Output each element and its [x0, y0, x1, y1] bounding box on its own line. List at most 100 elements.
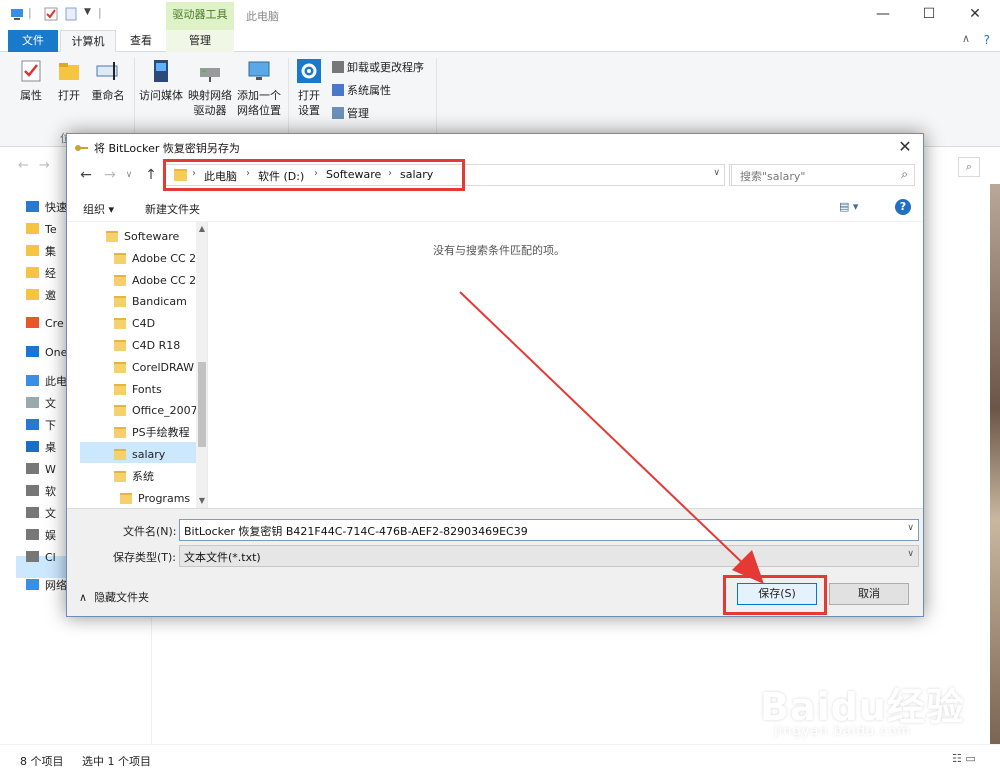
new-page-icon[interactable]: [64, 7, 78, 21]
folder-icon: [114, 340, 126, 351]
filetype-label: 保存类型(T):: [113, 551, 177, 564]
nav-item[interactable]: 软: [26, 482, 56, 502]
nav-item[interactable]: Cre: [26, 314, 64, 334]
filetype-select[interactable]: 文本文件(*.txt) ∨: [179, 545, 919, 567]
nav-item[interactable]: 文: [26, 504, 56, 524]
scroll-up-icon[interactable]: ▲: [196, 224, 207, 233]
system-properties-button[interactable]: 系统属性: [332, 83, 391, 99]
nav-item[interactable]: 快速: [26, 198, 67, 218]
open-settings-label-1: 打开: [298, 89, 320, 102]
nav-item[interactable]: 网络: [26, 576, 67, 596]
file-list-area[interactable]: 没有与搜索条件匹配的项。: [209, 222, 923, 508]
map-drive-button[interactable]: 映射网络 驱动器: [186, 58, 234, 118]
search-input[interactable]: 搜索"salary" ⌕: [731, 164, 915, 186]
tree-item[interactable]: 系统: [114, 466, 207, 487]
access-media-button[interactable]: 访问媒体: [138, 58, 184, 103]
open-settings-button[interactable]: 打开 设置: [294, 58, 324, 118]
nav-item-label: Te: [45, 223, 57, 236]
tree-item[interactable]: Fonts: [114, 379, 207, 400]
tree-item[interactable]: C4D: [114, 313, 207, 334]
tree-item[interactable]: Office_2007p: [114, 400, 207, 421]
tree-item-label: CorelDRAW: [132, 360, 194, 374]
map-drive-label-2: 驱动器: [193, 104, 227, 117]
maximize-button[interactable]: ☐: [906, 4, 952, 26]
nav-item[interactable]: 邀: [26, 286, 56, 306]
nav-item[interactable]: Cl: [26, 548, 56, 568]
tree-item[interactable]: Softeware: [106, 226, 207, 247]
nav-item[interactable]: 此电: [26, 372, 67, 392]
tree-scrollbar-thumb[interactable]: [198, 362, 206, 447]
computer-icon[interactable]: [10, 7, 24, 21]
filetype-dropdown-icon[interactable]: ∨: [907, 549, 914, 559]
up-arrow-icon[interactable]: ↑: [142, 164, 160, 186]
address-dropdown-icon[interactable]: ∨: [713, 168, 720, 178]
nav-item-label: 网络: [45, 579, 67, 592]
scroll-down-icon[interactable]: ▼: [196, 496, 207, 505]
tree-item[interactable]: C4D R18: [114, 335, 207, 356]
cancel-button[interactable]: 取消: [829, 583, 909, 605]
nav-item-label: 经: [45, 267, 56, 280]
dialog-toolbar: 组织 ▾ 新建文件夹 ▤ ▾ ?: [67, 194, 923, 222]
nav-item[interactable]: 下: [26, 416, 56, 436]
nav-item-label: Cre: [45, 317, 64, 330]
tree-item[interactable]: Adobe CC 2: [114, 248, 207, 269]
manage-button[interactable]: 管理: [332, 106, 369, 122]
drive-icon: [26, 463, 39, 474]
help-icon[interactable]: ?: [895, 199, 911, 215]
download-icon: [26, 419, 39, 430]
minimize-button[interactable]: —: [860, 4, 906, 26]
tree-item[interactable]: salary: [114, 444, 207, 465]
tab-file[interactable]: 文件: [8, 30, 58, 52]
tab-manage[interactable]: 管理: [166, 30, 234, 52]
tree-item[interactable]: PS手绘教程: [114, 422, 207, 443]
nav-item[interactable]: Te: [26, 220, 57, 240]
organize-button[interactable]: 组织 ▾: [83, 201, 114, 217]
tree-item[interactable]: Adobe CC 2: [114, 270, 207, 291]
close-window-button[interactable]: ✕: [952, 4, 998, 26]
tab-view[interactable]: 查看: [118, 30, 164, 52]
bitlocker-key-icon: [75, 145, 88, 151]
nav-item[interactable]: 娱: [26, 526, 56, 546]
add-network-location-button[interactable]: 添加一个 网络位置: [236, 58, 282, 118]
uninstall-button[interactable]: 卸载或更改程序: [332, 60, 424, 76]
save-button[interactable]: 保存(S): [737, 583, 817, 605]
dialog-close-button[interactable]: ✕: [893, 136, 917, 160]
filename-dropdown-icon[interactable]: ∨: [907, 523, 914, 533]
view-toggle-icon[interactable]: ☷ ▭: [952, 752, 992, 766]
view-mode-icon[interactable]: ▤ ▾: [839, 200, 871, 216]
back-arrow-icon[interactable]: ←: [77, 164, 95, 186]
hide-folders-toggle[interactable]: ∧ 隐藏文件夹: [79, 589, 149, 605]
rename-button[interactable]: 重命名: [88, 58, 128, 103]
nav-item[interactable]: 集: [26, 242, 56, 262]
tab-computer[interactable]: 计算机: [60, 30, 116, 52]
nav-item[interactable]: 文: [26, 394, 56, 414]
settings-gear-icon: [297, 59, 321, 83]
properties-button[interactable]: 属性: [16, 58, 46, 103]
recent-locations-icon[interactable]: ∨: [123, 164, 135, 186]
open-button[interactable]: 打开: [54, 58, 84, 103]
help-icon[interactable]: ?: [984, 33, 990, 47]
forward-arrow-icon[interactable]: →: [101, 164, 119, 186]
filename-input[interactable]: BitLocker 恢复密钥 B421F44C-714C-476B-AEF2-8…: [179, 519, 919, 541]
folder-icon: [114, 449, 126, 460]
tree-item[interactable]: CorelDRAW: [114, 357, 207, 378]
explorer-search-icon[interactable]: ⌕: [958, 157, 980, 177]
properties-label: 属性: [20, 89, 42, 102]
search-icon[interactable]: ⌕: [901, 167, 908, 182]
filename-label: 文件名(N):: [123, 525, 177, 538]
window-title: 此电脑: [246, 10, 279, 23]
nav-item[interactable]: W: [26, 460, 56, 480]
desktop-background-strip: [990, 184, 1000, 744]
nav-item[interactable]: 经: [26, 264, 56, 284]
nav-item[interactable]: 桌: [26, 438, 56, 458]
tree-item[interactable]: Programs: [120, 488, 207, 508]
media-icon: [154, 60, 168, 82]
folder-icon: [26, 267, 39, 278]
checkmark-icon[interactable]: [44, 7, 58, 21]
new-folder-button[interactable]: 新建文件夹: [145, 201, 200, 217]
ribbon-collapse-icon[interactable]: ∧: [962, 32, 970, 45]
nav-item-label: 下: [45, 419, 56, 432]
nav-item[interactable]: One: [26, 343, 67, 363]
qat-dropdown-icon[interactable]: ▼: [84, 7, 91, 17]
tree-item[interactable]: Bandicam: [114, 291, 207, 312]
